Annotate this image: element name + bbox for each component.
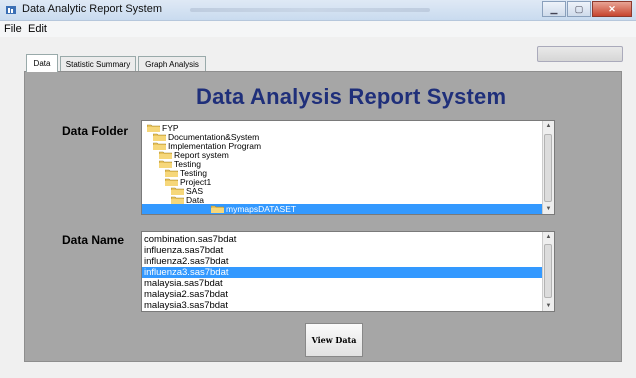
window-controls: ▁ ▢ ✕	[541, 1, 632, 17]
tree-item[interactable]: Report system	[159, 150, 229, 160]
tree-item-label: Testing	[174, 159, 201, 169]
tree-item-label: Data	[186, 195, 204, 205]
blurred-background-menu	[190, 8, 430, 12]
list-item[interactable]: influenza.sas7bdat	[142, 245, 543, 256]
scroll-up-icon[interactable]: ▲	[543, 232, 554, 242]
folder-icon	[159, 151, 174, 159]
data-name-list[interactable]: malaysia3.sas7bdat malaysia2.sas7bdat mala…	[141, 231, 555, 312]
file-scrollbar[interactable]: ▲ ▼	[542, 232, 554, 311]
tree-item-label: Report system	[174, 150, 229, 160]
folder-scrollbar[interactable]: ▲ ▼	[542, 121, 554, 214]
tree-item[interactable]: SAS	[171, 186, 203, 196]
app-icon	[6, 6, 16, 14]
tree-item-label: FYP	[162, 123, 179, 133]
tree-item[interactable]: Documentation&System	[153, 132, 259, 142]
folder-icon	[153, 142, 168, 150]
tree-item-label: Project1	[180, 177, 212, 187]
data-folder-tree[interactable]: mymapsDATASET Data SAS Project1 Testing Testi…	[141, 120, 555, 215]
folder-icon	[159, 160, 174, 168]
list-item[interactable]: influenza3.sas7bdat	[142, 267, 543, 278]
tree-item[interactable]: Testing	[165, 168, 207, 178]
minimize-button[interactable]: ▁	[542, 1, 566, 17]
maximize-button[interactable]: ▢	[567, 1, 591, 17]
folder-icon	[153, 133, 168, 141]
scroll-thumb[interactable]	[544, 134, 552, 202]
data-tab-panel	[24, 71, 622, 362]
scroll-down-icon[interactable]: ▼	[543, 301, 554, 311]
window-title: Data Analytic Report System	[22, 3, 163, 15]
tab-statistic-summary[interactable]: Statistic Summary	[60, 56, 136, 71]
tree-item[interactable]: FYP	[147, 123, 179, 133]
tab-graph-analysis[interactable]: Graph Analysis	[138, 56, 206, 71]
list-item[interactable]: combination.sas7bdat	[142, 234, 543, 245]
menu-bar: File Edit	[0, 21, 636, 37]
tree-item-label: Testing	[180, 168, 207, 178]
list-item[interactable]: malaysia3.sas7bdat	[142, 300, 543, 311]
tree-item[interactable]: Data	[171, 195, 204, 205]
scroll-thumb[interactable]	[544, 244, 552, 298]
menu-file[interactable]: File	[4, 23, 22, 35]
progress-bar	[537, 46, 623, 62]
tree-item[interactable]: Testing	[159, 159, 201, 169]
page-title: Data Analysis Report System	[196, 84, 507, 109]
title-bar: Data Analytic Report System ▁ ▢ ✕	[0, 0, 636, 21]
folder-icon	[165, 169, 180, 177]
scroll-up-icon[interactable]: ▲	[543, 121, 554, 131]
view-data-button[interactable]: View Data	[305, 323, 363, 357]
data-name-label: Data Name	[62, 233, 125, 247]
close-button[interactable]: ✕	[592, 1, 632, 17]
tree-item[interactable]: Project1	[165, 177, 211, 187]
tab-data[interactable]: Data	[26, 54, 58, 72]
menu-edit[interactable]: Edit	[28, 23, 47, 35]
folder-icon	[211, 205, 226, 213]
tree-item-label: Implementation Program	[168, 141, 262, 151]
tree-item-label: Documentation&System	[168, 132, 260, 142]
folder-icon	[147, 124, 162, 132]
data-folder-label: Data Folder	[62, 124, 129, 138]
scroll-down-icon[interactable]: ▼	[543, 204, 554, 214]
list-item[interactable]: malaysia.sas7bdat	[142, 278, 543, 289]
tree-item[interactable]: mymapsDATASET	[142, 204, 543, 214]
folder-icon	[171, 187, 186, 195]
list-item[interactable]: influenza2.sas7bdat	[142, 256, 543, 267]
folder-icon	[171, 196, 186, 204]
list-item[interactable]: malaysia2.sas7bdat	[142, 289, 543, 300]
folder-icon	[165, 178, 180, 186]
tree-item[interactable]: Implementation Program	[153, 141, 261, 151]
tree-item-label: SAS	[186, 186, 204, 196]
tree-item-label: mymapsDATASET	[226, 204, 297, 214]
